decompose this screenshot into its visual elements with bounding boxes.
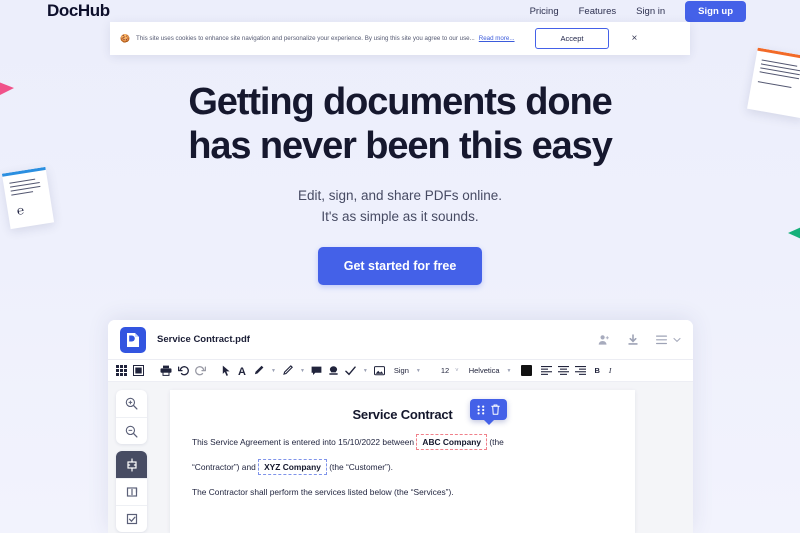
svg-text:A: A [238,366,246,376]
paragraph-2-text-after: (the “Customer”). [329,462,393,473]
page-title: Getting documents done has never been th… [0,80,800,168]
cookie-message: This site uses cookies to enhance site n… [135,34,475,42]
text-field-tool-icon[interactable] [116,451,147,478]
sign-up-button[interactable]: Sign up [685,0,746,22]
nav-link-pricing[interactable]: Pricing [530,6,559,17]
chevron-down-icon[interactable]: ▼ [363,368,368,374]
document-paragraph-2: “Contractor”) and XYZ Company (the “Cust… [192,459,613,476]
file-name-label: Service Contract.pdf [157,334,250,345]
cookie-consent-banner: 🍪 This site uses cookies to enhance site… [110,22,690,55]
align-center-icon[interactable] [557,366,569,375]
image-icon[interactable] [373,365,385,376]
chevron-down-icon[interactable]: ▼ [416,368,421,374]
chevron-down-icon[interactable]: ▼ [300,368,305,374]
chevron-down-icon[interactable]: ˅ [455,368,459,374]
text-color-swatch[interactable] [520,365,532,376]
field-xyz-company[interactable]: XYZ Company [258,459,327,476]
editor-header: Service Contract.pdf [108,320,693,360]
text-icon[interactable]: A [237,365,247,376]
editor-body: Service Contract This Service Agreement … [108,382,693,533]
cursor-icon[interactable] [222,365,231,376]
print-icon[interactable] [160,365,172,376]
document-page: Service Contract This Service Agreement … [170,390,635,533]
align-right-icon[interactable] [574,366,586,375]
zoom-in-icon[interactable] [116,390,147,417]
paragraph-1-text-before: This Service Agreement is entered into 1… [192,437,415,447]
zoom-out-icon[interactable] [116,417,147,444]
field-popover-toolbar [470,399,507,420]
chevron-down-icon[interactable] [673,337,681,343]
paragraph-1-text-after: (the [489,437,504,447]
editor-preview: Service Contract.pdf A ▼ ▼ ▼ Sign ▼ 12 ˅… [108,320,693,533]
signature-field-tool-icon[interactable] [116,478,147,505]
headline-line-2: has never been this easy [188,125,613,167]
chevron-down-icon[interactable]: ▼ [271,368,276,374]
add-person-icon[interactable] [598,334,610,346]
close-icon[interactable]: × [631,33,637,44]
editor-header-actions [598,333,681,346]
font-family-value[interactable]: Helvetica [469,366,500,375]
field-tools-group [116,451,147,532]
highlight-icon[interactable] [253,365,264,376]
pen-icon[interactable] [282,365,293,376]
subtitle-line-2: It's as simple as it sounds. [321,209,479,224]
cookie-accept-button[interactable]: Accept [534,28,610,49]
download-icon[interactable] [627,333,639,346]
nav-link-features[interactable]: Features [579,6,617,17]
nav-links-group: Pricing Features Sign in Sign up [530,0,746,22]
top-navigation-bar: DocHub Pricing Features Sign in Sign up [0,0,800,22]
comment-icon[interactable] [311,366,322,376]
stamp-icon[interactable] [328,365,339,376]
drag-handle-icon[interactable] [477,405,485,415]
site-logo[interactable]: DocHub [47,1,110,21]
subtitle-line-1: Edit, sign, and share PDFs online. [297,188,503,203]
cookie-read-more-link[interactable]: Read more... [479,35,515,42]
headline-line-1: Getting documents done [188,81,612,123]
nav-link-signin[interactable]: Sign in [636,6,665,17]
editor-toolbar: A ▼ ▼ ▼ Sign ▼ 12 ˅ Helvetica ▼ B I [108,360,693,382]
align-left-icon[interactable] [540,366,552,375]
hero-subtitle: Edit, sign, and share PDFs online. It's … [0,185,800,227]
bold-button[interactable]: B [595,366,600,375]
italic-button[interactable]: I [609,366,612,375]
document-paragraph-3: The Contractor shall perform the service… [192,487,454,498]
zoom-controls-group [116,390,147,444]
paragraph-2-text-before: “Contractor”) and [192,462,256,473]
grid-view-icon[interactable] [116,365,127,376]
get-started-button[interactable]: Get started for free [317,247,483,285]
menu-icon[interactable] [656,335,669,345]
delete-icon[interactable] [491,404,500,415]
dochub-document-icon [120,326,146,353]
field-abc-company[interactable]: ABC Company [416,434,488,451]
page-view-icon[interactable] [133,365,144,376]
redo-icon[interactable] [195,365,206,376]
check-icon[interactable] [345,365,356,376]
undo-icon[interactable] [178,365,189,376]
document-title: Service Contract [352,407,453,422]
hero-section: Getting documents done has never been th… [0,80,800,285]
editor-left-rail [108,382,163,533]
landing-page: ℮ DocHub Pricing Features Sign in Sign u… [0,0,800,533]
chevron-down-icon[interactable]: ▼ [507,368,512,374]
cookie-icon: 🍪 [120,33,130,43]
sign-button[interactable]: Sign [394,366,409,375]
document-paragraph-1: This Service Agreement is entered into 1… [192,434,613,451]
font-size-value[interactable]: 12 [441,366,449,375]
checkbox-field-tool-icon[interactable] [116,505,147,532]
